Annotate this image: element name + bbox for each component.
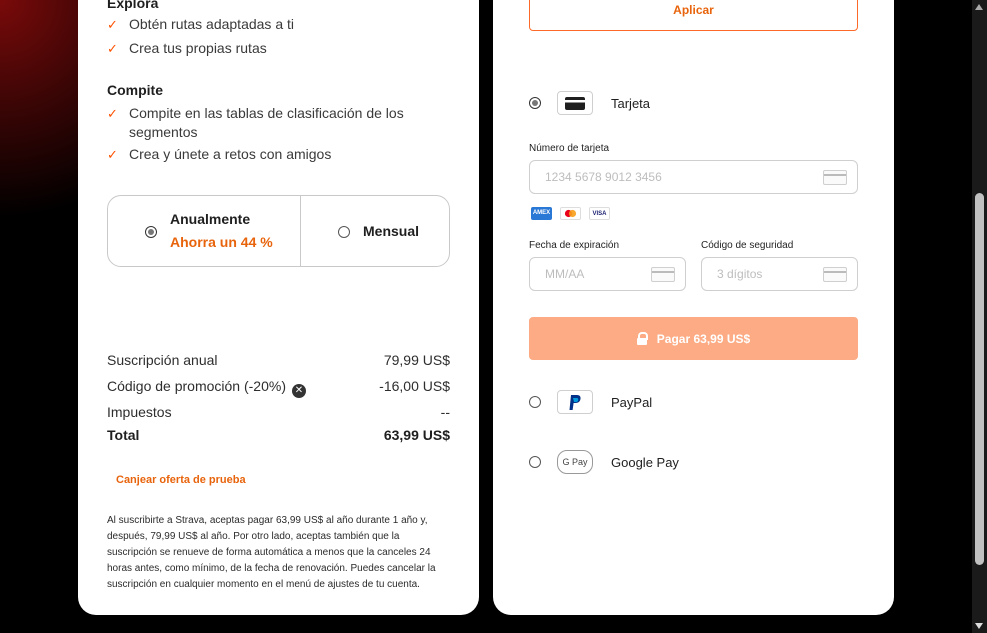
card-radio[interactable]: [529, 97, 541, 109]
expiry-label: Fecha de expiración: [529, 240, 620, 251]
google-pay-label: Google Pay: [611, 454, 679, 470]
plan-option-annual[interactable]: Anualmente Ahorra un 44 %: [108, 196, 301, 266]
feature-item: ✓ Compite en las tablas de clasificación…: [107, 105, 404, 140]
summary-row-total: Total 63,99 US$: [107, 427, 450, 443]
compete-heading: Compite: [107, 82, 163, 98]
card-number-label: Número de tarjeta: [529, 143, 610, 154]
card-icon: [823, 169, 847, 185]
remove-promo-icon[interactable]: ✕: [291, 384, 306, 398]
explore-heading: Explora: [107, 0, 159, 11]
check-icon: ✓: [107, 106, 118, 121]
cvc-label: Código de seguridad: [701, 240, 794, 251]
card-cvc-icon: [823, 266, 847, 282]
paypal-radio[interactable]: [529, 396, 541, 408]
annual-savings: Ahorra un 44 %: [170, 234, 273, 250]
legal-text: Al suscribirte a Strava, aceptas pagar 6…: [107, 515, 436, 590]
summary-row-promo: Código de promoción (-20%) ✕ -16,00 US$: [107, 378, 450, 398]
summary-row-tax: Impuestos --: [107, 404, 450, 420]
check-icon: ✓: [107, 147, 118, 162]
annual-radio[interactable]: [145, 226, 157, 238]
check-icon: ✓: [107, 41, 118, 56]
cvc-input[interactable]: 3 dígitos: [701, 257, 858, 291]
feature-item: ✓ Crea y únete a retos con amigos: [107, 146, 332, 162]
google-pay-radio[interactable]: [529, 456, 541, 468]
monthly-label: Mensual: [363, 223, 420, 239]
scroll-down-icon[interactable]: [975, 623, 983, 629]
monthly-radio[interactable]: [338, 226, 350, 238]
payment-method-card[interactable]: Tarjeta: [529, 91, 650, 115]
scroll-up-icon[interactable]: [975, 4, 983, 10]
payment-method-paypal[interactable]: PayPal: [529, 390, 652, 414]
pay-button[interactable]: Pagar 63,99 US$: [529, 317, 858, 360]
apply-promo-button[interactable]: Aplicar: [529, 0, 858, 31]
paypal-icon: [557, 390, 593, 414]
summary-row-annual: Suscripción anual 79,99 US$: [107, 352, 450, 368]
redeem-trial-link[interactable]: Canjear oferta de prueba: [116, 474, 246, 486]
scrollbar-thumb[interactable]: [975, 193, 984, 565]
page-scrollbar[interactable]: [972, 0, 987, 633]
paypal-label: PayPal: [611, 394, 653, 410]
payment-card: Aplicar Tarjeta Número de tarjeta 1234 5…: [493, 0, 894, 615]
plan-selector: Anualmente Ahorra un 44 % Mensual: [107, 195, 450, 267]
feature-item: ✓ Obtén rutas adaptadas a ti: [107, 16, 294, 32]
annual-label: Anualmente: [170, 211, 251, 227]
feature-item: ✓ Crea tus propias rutas: [107, 40, 267, 56]
card-label: Tarjeta: [611, 95, 651, 111]
payment-method-google-pay[interactable]: G Pay Google Pay: [529, 450, 679, 474]
plan-option-monthly[interactable]: Mensual: [301, 196, 449, 266]
credit-card-icon: [557, 91, 593, 115]
card-expiry-icon: [651, 266, 675, 282]
google-pay-icon: G Pay: [557, 450, 593, 474]
expiry-input[interactable]: MM/AA: [529, 257, 686, 291]
lock-icon: [636, 332, 648, 345]
amex-icon: AMEX: [531, 207, 552, 220]
visa-icon: VISA: [589, 207, 610, 220]
check-icon: ✓: [107, 17, 118, 32]
card-number-input[interactable]: 1234 5678 9012 3456: [529, 160, 858, 194]
mastercard-icon: [560, 207, 581, 220]
plan-summary-card: Explora ✓ Obtén rutas adaptadas a ti ✓ C…: [78, 0, 479, 615]
